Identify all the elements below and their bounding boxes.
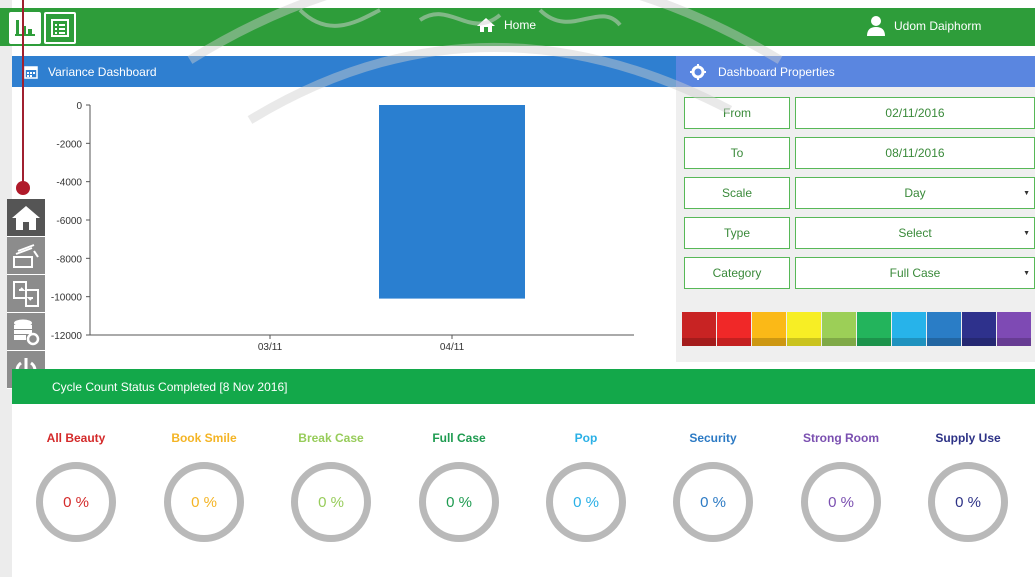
status-progress-ring: 0 % xyxy=(291,462,371,542)
property-row-scale: Scale Day ▼ xyxy=(684,177,1035,209)
y-tick-label: 0 xyxy=(76,101,82,112)
property-value: Full Case xyxy=(889,266,941,280)
property-field-category[interactable]: Full Case ▼ xyxy=(795,257,1035,289)
y-tick-label: -10000 xyxy=(51,293,83,304)
status-progress-ring: 0 % xyxy=(164,462,244,542)
status-progress-ring: 0 % xyxy=(419,462,499,542)
database-settings-icon xyxy=(14,319,40,345)
property-field-to[interactable]: 08/11/2016 xyxy=(795,137,1035,169)
list-icon[interactable] xyxy=(44,12,76,44)
property-row-type: Type Select ▼ xyxy=(684,217,1035,249)
color-swatch[interactable] xyxy=(717,312,751,346)
color-swatch[interactable] xyxy=(857,312,891,346)
variance-chart: 0 -2000 -4000 -6000 -8000 -10000 -12000 03/11 04… xyxy=(51,101,634,353)
color-swatch[interactable] xyxy=(927,312,961,346)
cycle-count-status-list: All Beauty 0 % Book Smile 0 % Break Case 0 % F… xyxy=(12,404,1035,577)
property-value: Day xyxy=(904,186,926,200)
status-progress-ring: 0 % xyxy=(546,462,626,542)
status-progress-ring: 0 % xyxy=(928,462,1008,542)
side-toolbar xyxy=(7,199,45,389)
property-label-type: Type xyxy=(684,217,790,249)
bar-chart-icon[interactable] xyxy=(9,12,41,44)
app-icons xyxy=(9,12,76,44)
status-progress-ring: 0 % xyxy=(36,462,116,542)
property-value: 08/11/2016 xyxy=(885,146,945,160)
status-name: Security xyxy=(689,431,737,445)
y-tick-label: -12000 xyxy=(51,331,83,342)
cycle-count-title: Cycle Count Status Completed [8 Nov 2016… xyxy=(52,379,288,394)
user-icon xyxy=(867,16,885,36)
user-menu[interactable]: Udom Daiphorm xyxy=(866,15,981,37)
property-label-scale: Scale xyxy=(684,177,790,209)
home-icon xyxy=(477,18,495,32)
transfer-icon xyxy=(13,280,39,307)
calendar-icon xyxy=(24,65,38,79)
stack-icon xyxy=(13,243,39,268)
status-progress-ring: 0 % xyxy=(801,462,881,542)
status-name: Supply Use xyxy=(935,431,1001,445)
y-tick-label: -2000 xyxy=(56,139,82,150)
side-toolbar-pin xyxy=(22,0,24,190)
home-label: Home xyxy=(504,18,537,32)
property-field-from[interactable]: 02/11/2016 xyxy=(795,97,1035,129)
status-name: All Beauty xyxy=(46,431,106,445)
property-field-scale[interactable]: Day ▼ xyxy=(795,177,1035,209)
color-swatch[interactable] xyxy=(997,312,1031,346)
side-stack-button[interactable] xyxy=(7,237,45,275)
home-link[interactable]: Home xyxy=(476,17,536,33)
x-tick-label: 04/11 xyxy=(440,342,465,353)
status-name: Book Smile xyxy=(171,431,237,445)
color-swatch[interactable] xyxy=(752,312,786,346)
color-swatch[interactable] xyxy=(682,312,716,346)
home-icon xyxy=(12,205,40,230)
chart-bar[interactable] xyxy=(379,105,525,299)
y-tick-label: -6000 xyxy=(56,216,82,227)
status-progress-ring: 0 % xyxy=(673,462,753,542)
dropdown-arrow-icon: ▼ xyxy=(1023,230,1030,237)
status-name: Full Case xyxy=(432,431,486,445)
user-name: Udom Daiphorm xyxy=(894,19,982,33)
variance-dashboard-header: Variance Dashboard xyxy=(12,56,676,87)
color-swatch[interactable] xyxy=(787,312,821,346)
property-value: 02/11/2016 xyxy=(885,106,945,120)
color-swatch[interactable] xyxy=(822,312,856,346)
status-name: Pop xyxy=(574,431,598,445)
cycle-count-header: Cycle Count Status Completed [8 Nov 2016… xyxy=(12,369,1035,404)
property-row-from: From 02/11/2016 xyxy=(684,97,1035,129)
x-tick-label: 03/11 xyxy=(258,342,283,353)
color-swatch[interactable] xyxy=(892,312,926,346)
side-database-settings-button[interactable] xyxy=(7,313,45,351)
dropdown-arrow-icon: ▼ xyxy=(1023,270,1030,277)
y-tick-label: -4000 xyxy=(56,178,82,189)
y-tick-label: -8000 xyxy=(56,254,82,265)
dashboard-properties-header: Dashboard Properties xyxy=(676,56,1035,87)
dashboard-properties-panel: From 02/11/2016 To 08/11/2016 Scale Day ▼ Type S… xyxy=(676,87,1035,362)
status-name: Break Case xyxy=(298,431,364,445)
side-transfer-button[interactable] xyxy=(7,275,45,313)
property-label-to: To xyxy=(684,137,790,169)
property-row-category: Category Full Case ▼ xyxy=(684,257,1035,289)
property-label-from: From xyxy=(684,97,790,129)
dashboard-properties-title: Dashboard Properties xyxy=(718,64,835,79)
gear-icon xyxy=(690,63,706,80)
property-label-category: Category xyxy=(684,257,790,289)
property-value: Select xyxy=(898,226,932,240)
dropdown-arrow-icon: ▼ xyxy=(1023,190,1030,197)
side-toolbar-pin-handle[interactable] xyxy=(16,181,30,195)
color-palette xyxy=(682,312,1032,346)
status-name: Strong Room xyxy=(803,431,879,445)
property-field-type[interactable]: Select ▼ xyxy=(795,217,1035,249)
side-home-button[interactable] xyxy=(7,199,45,237)
variance-title: Variance Dashboard xyxy=(48,64,157,79)
property-row-to: To 08/11/2016 xyxy=(684,137,1035,169)
color-swatch[interactable] xyxy=(962,312,996,346)
